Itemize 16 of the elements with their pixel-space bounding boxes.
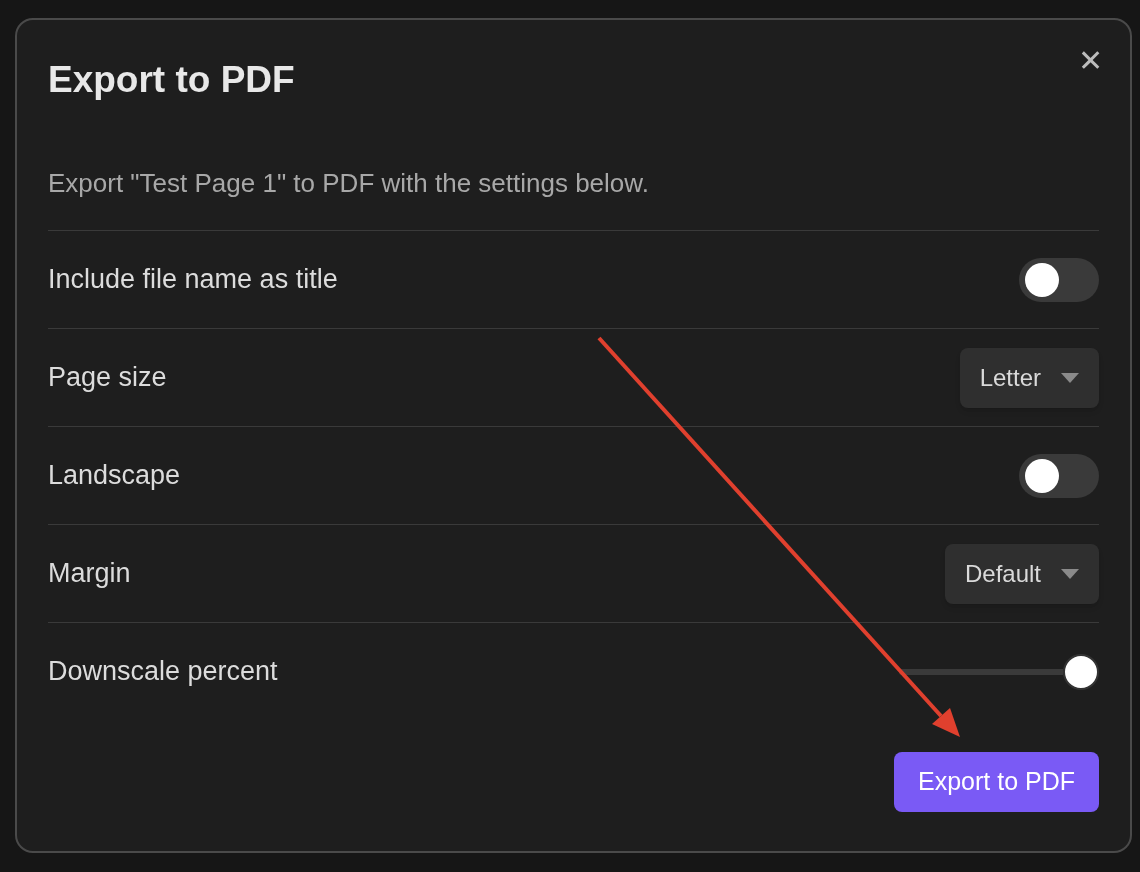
setting-label: Landscape — [48, 459, 181, 493]
toggle-switch[interactable] — [1019, 453, 1099, 498]
toggle-switch[interactable] — [1019, 257, 1099, 302]
setting-label: Downscale percent — [48, 655, 278, 689]
export-button[interactable]: Export to PDF — [894, 752, 1099, 812]
setting-label: Include file name as title — [48, 263, 338, 297]
dropdown[interactable]: Default — [944, 543, 1099, 604]
dropdown[interactable]: Letter — [959, 347, 1099, 408]
setting-label: Page size — [48, 361, 167, 395]
slider-thumb[interactable] — [1063, 653, 1099, 690]
setting-label: Margin — [48, 557, 131, 591]
close-button[interactable]: ✕ — [1070, 40, 1110, 80]
dialog-title: Export to PDF — [48, 58, 295, 102]
caret-icon — [1061, 372, 1079, 383]
caret-icon — [1061, 568, 1079, 579]
description: Export "Test Page 1" to PDF with the settings below. — [48, 167, 650, 200]
